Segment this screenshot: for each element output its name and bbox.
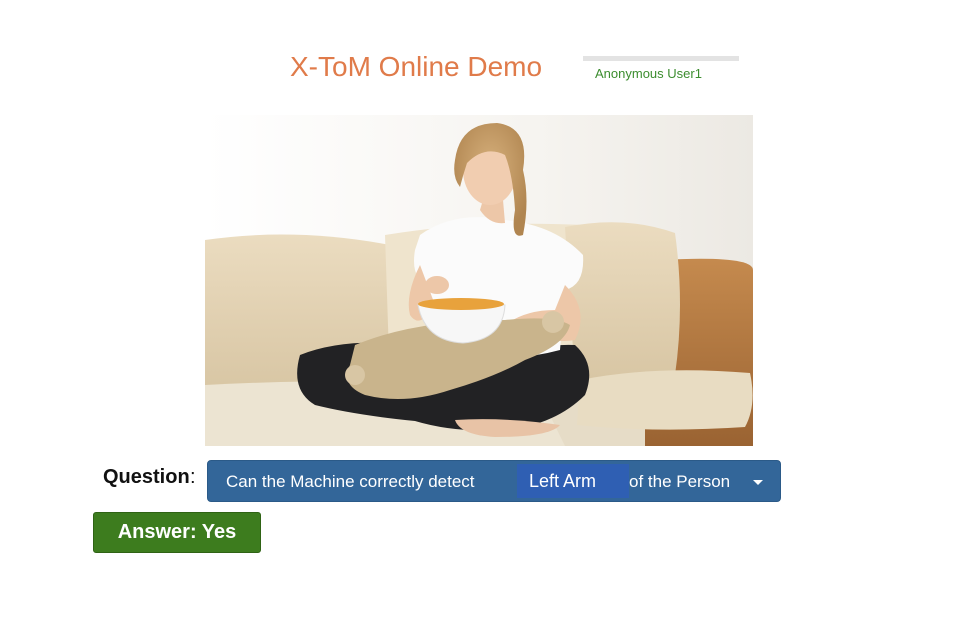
question-prefix: Can the Machine correctly detect [226,472,475,491]
page-title: X-ToM Online Demo [290,51,543,82]
user-name: Anonymous User1 [595,66,702,81]
answer-button[interactable]: Answer: Yes [93,512,261,553]
user-indicator: Anonymous User1 [583,56,739,82]
body-part-selector[interactable]: Left Arm [517,464,629,498]
question-label: Question [103,466,190,488]
question-colon: : [190,466,196,488]
woman-on-sofa-image [205,115,753,446]
question-suffix: of the Person [629,472,731,491]
scene-photo [205,115,753,446]
question-dropdown-button[interactable]: Can the Machine correctly detect Left Ar… [207,460,781,502]
caret-down-icon [753,480,763,485]
